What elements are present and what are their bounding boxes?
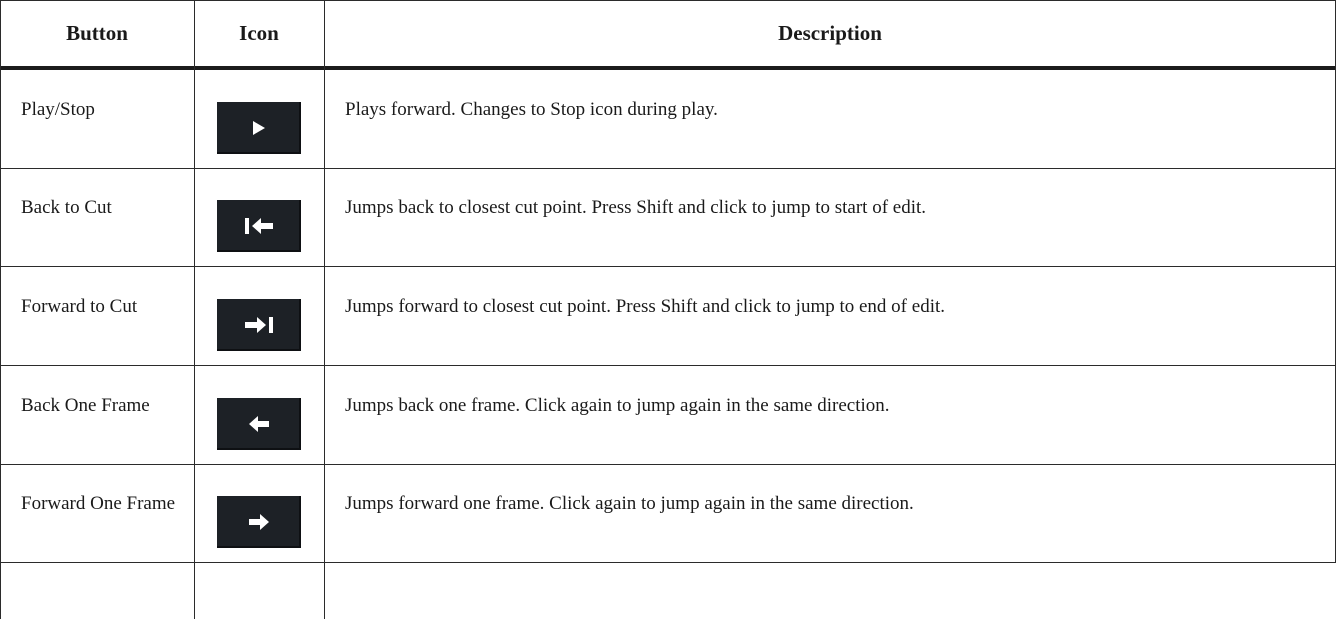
button-reference-table: Button Icon Description Play/Stop Plays … [0, 0, 1336, 619]
button-name-play-stop: Play/Stop [21, 99, 95, 120]
header-icon: Icon [239, 20, 279, 45]
button-name-back-to-cut: Back to Cut [21, 197, 112, 218]
row-divider [0, 464, 1336, 465]
play-icon [217, 102, 301, 154]
description-back-to-cut: Jumps back to closest cut point. Press S… [345, 197, 927, 218]
column-divider [194, 0, 195, 619]
back-one-frame-icon [217, 398, 301, 450]
column-divider [0, 0, 1, 619]
forward-one-frame-icon [217, 496, 301, 548]
header-rule [0, 66, 1336, 70]
row-divider [0, 168, 1336, 169]
row-divider [0, 562, 1336, 563]
row-divider [0, 365, 1336, 366]
header-description: Description [778, 20, 882, 45]
header-button: Button [66, 20, 128, 45]
back-to-cut-icon [217, 200, 301, 252]
button-name-forward-one-frame: Forward One Frame [21, 493, 176, 514]
description-back-one-frame: Jumps back one frame. Click again to jum… [345, 395, 890, 416]
column-divider [324, 0, 325, 619]
row-divider [0, 266, 1336, 267]
description-forward-to-cut: Jumps forward to closest cut point. Pres… [345, 296, 946, 317]
description-play-stop: Plays forward. Changes to Stop icon duri… [345, 99, 718, 120]
button-name-back-one-frame: Back One Frame [21, 395, 150, 416]
button-name-forward-to-cut: Forward to Cut [21, 296, 138, 317]
description-forward-one-frame: Jumps forward one frame. Click again to … [345, 493, 914, 514]
forward-to-cut-icon [217, 299, 301, 351]
